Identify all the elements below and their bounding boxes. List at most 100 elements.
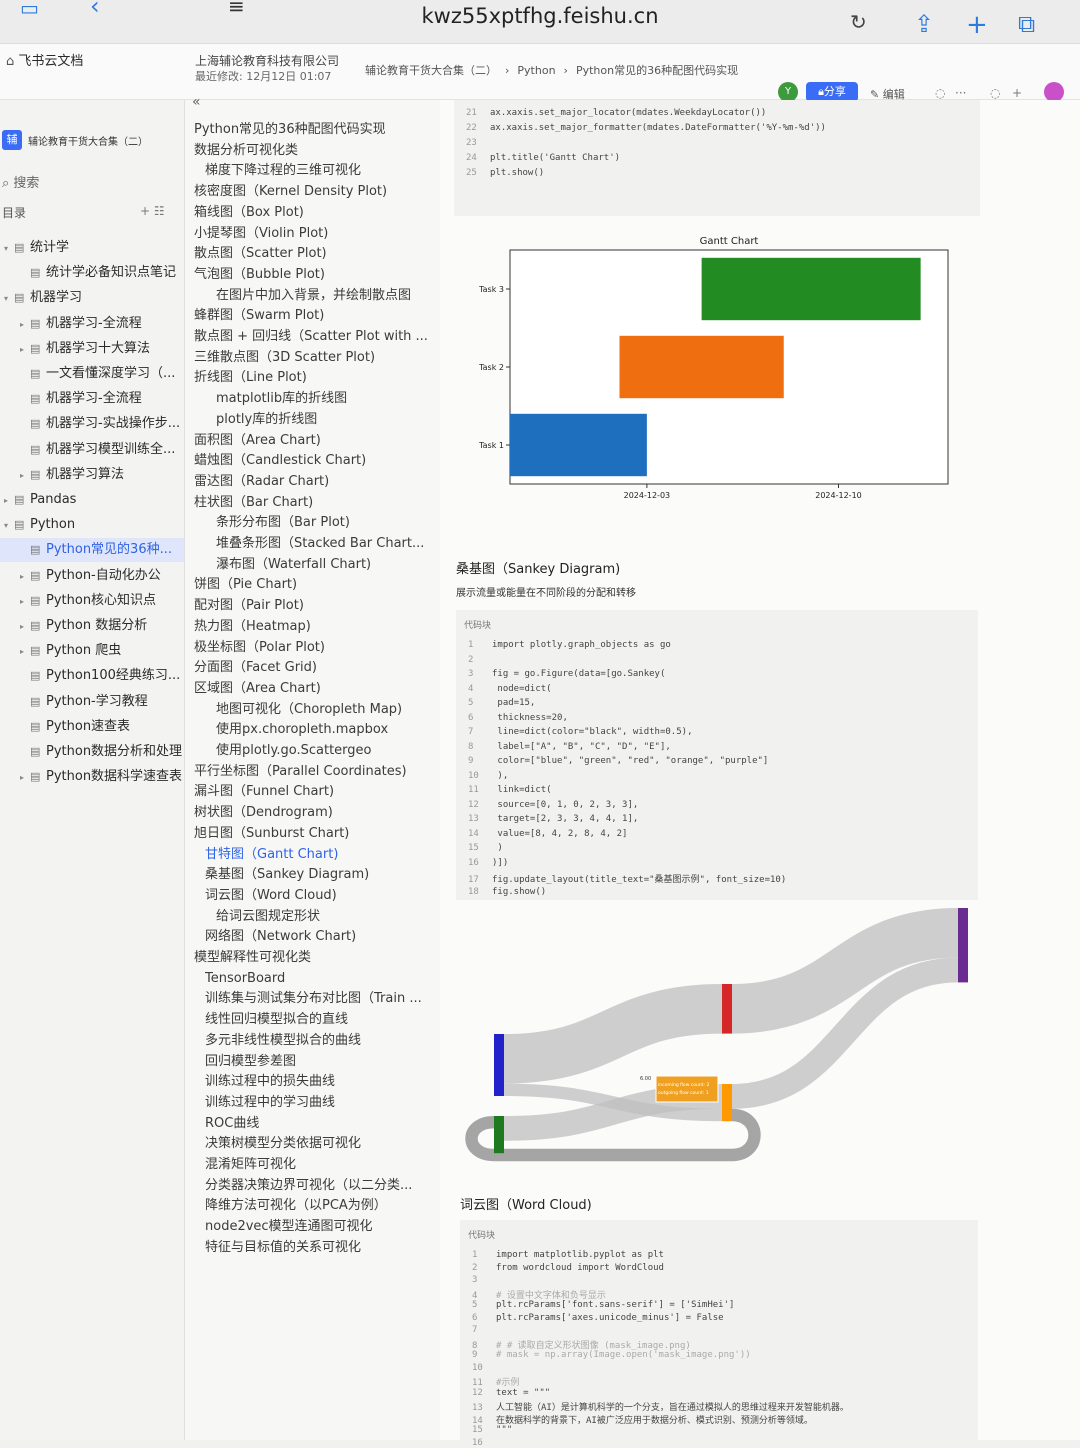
sidebar-item[interactable]: ▤ Python100经典练习... <box>0 664 184 688</box>
outline-item[interactable]: 柱状图（Bar Chart) <box>194 493 313 513</box>
chevron-down-icon[interactable]: ▾ <box>4 237 14 260</box>
outline-item[interactable]: 树状图（Dendrogram) <box>194 803 333 823</box>
notification-icon[interactable]: ◌ <box>935 86 945 100</box>
address-bar[interactable]: kwz55xptfhg.feishu.cn <box>300 4 780 28</box>
breadcrumb-item[interactable]: 辅论教育干货大合集（二） <box>365 64 497 77</box>
sidebar-item[interactable]: ▸ ▤ Python 数据分析 <box>0 614 184 638</box>
sidebar-item[interactable]: ▸ ▤ Python-自动化办公 <box>0 564 184 588</box>
outline-item[interactable]: 线性回归模型拟合的直线 <box>205 1010 348 1030</box>
outline-item[interactable]: 模型解释性可视化类 <box>194 948 311 968</box>
sankey-node[interactable] <box>722 1084 732 1122</box>
sankey-node[interactable] <box>494 1116 504 1154</box>
chevron-down-icon[interactable]: ▾ <box>4 287 14 310</box>
sidebar-item[interactable]: ▾ ▤ 统计学 <box>0 236 184 260</box>
sidebar-item[interactable]: ▸ ▤ Python数据科学速查表 <box>0 765 184 789</box>
sidebar-item[interactable]: ▸ ▤ Python核心知识点 <box>0 589 184 613</box>
outline-item[interactable]: 甘特图（Gantt Chart) <box>205 845 338 865</box>
outline-icon[interactable]: ☷ <box>154 204 165 218</box>
share-button[interactable]: 🔒︎分享 <box>806 82 858 102</box>
sankey-link[interactable] <box>503 984 723 1084</box>
chevron-right-icon[interactable]: ▸ <box>20 565 30 588</box>
outline-item[interactable]: TensorBoard <box>205 969 285 989</box>
workspace-name[interactable]: 辅论教育干货大合集（二） <box>28 133 148 148</box>
sidebar-toggle-icon[interactable]: ▭ <box>20 0 39 20</box>
chevron-down-icon[interactable]: ▾ <box>4 514 14 537</box>
sidebar-item[interactable]: ▾ ▤ 机器学习 <box>0 286 184 310</box>
outline-item[interactable]: 网络图（Network Chart) <box>205 927 356 947</box>
outline-item[interactable]: 漏斗图（Funnel Chart) <box>194 782 334 802</box>
outline-item[interactable]: plotly库的折线图 <box>216 410 317 430</box>
outline-item[interactable]: 训练集与测试集分布对比图（Train ... <box>205 989 422 1009</box>
chevron-right-icon[interactable]: ▸ <box>20 766 30 789</box>
outline-item[interactable]: 三维散点图（3D Scatter Plot) <box>194 348 375 368</box>
outline-item[interactable]: 气泡图（Bubble Plot) <box>194 265 325 285</box>
chevron-right-icon[interactable]: ▸ <box>20 338 30 361</box>
sidebar-item[interactable]: ▸ ▤ 机器学习-全流程 <box>0 312 184 336</box>
sidebar-item[interactable]: ▸ ▤ Python 爬虫 <box>0 639 184 663</box>
collapse-icon[interactable]: « <box>192 94 201 110</box>
user-avatar[interactable] <box>1044 82 1064 102</box>
add-icon[interactable]: + <box>140 204 150 218</box>
outline-item[interactable]: 堆叠条形图（Stacked Bar Chart... <box>216 534 424 554</box>
wordcloud-code-block[interactable]: 代码块 1 import matplotlib.pyplot as plt 2 fro… <box>460 1220 978 1448</box>
outline-item[interactable]: 在图片中加入背景，并绘制散点图 <box>216 286 411 306</box>
sidebar-item[interactable]: ▤ 一文看懂深度学习（... <box>0 362 184 386</box>
sidebar-item[interactable]: ▤ Python速查表 <box>0 715 184 739</box>
outline-item[interactable]: 分面图（Facet Grid) <box>194 658 317 678</box>
tabs-icon[interactable]: ⧉ <box>1018 10 1035 38</box>
outline-item[interactable]: 雷达图（Radar Chart) <box>194 472 329 492</box>
chevron-right-icon[interactable]: ▸ <box>4 489 14 512</box>
sidebar-item[interactable]: ▸ ▤ Pandas <box>0 488 184 512</box>
outline-item[interactable]: 热力图（Heatmap) <box>194 617 311 637</box>
outline-item[interactable]: 给词云图规定形状 <box>216 907 320 927</box>
outline-item[interactable]: 蜂群图（Swarm Plot) <box>194 306 324 326</box>
outline-item[interactable]: 旭日图（Sunburst Chart) <box>194 824 349 844</box>
outline-item[interactable]: 降维方法可视化（以PCA为例） <box>205 1196 387 1216</box>
outline-item[interactable]: 训练过程中的学习曲线 <box>205 1093 335 1113</box>
outline-item[interactable]: 数据分析可视化类 <box>194 141 298 161</box>
outline-item[interactable]: Python常见的36种配图代码实现 <box>194 120 386 140</box>
sankey-code-block[interactable]: 代码块 1 import plotly.graph_objects as go 2 3… <box>456 610 978 900</box>
outline-item[interactable]: 词云图（Word Cloud) <box>205 886 337 906</box>
chevron-right-icon[interactable]: ▸ <box>20 590 30 613</box>
outline-item[interactable]: ROC曲线 <box>205 1114 259 1134</box>
sidebar-item[interactable]: ▸ ▤ 机器学习算法 <box>0 463 184 487</box>
search-input[interactable]: ⌕ 搜索 <box>2 172 39 191</box>
gantt-code-block[interactable]: 21 ax.xaxis.set_major_locator(mdates.Week… <box>454 100 980 216</box>
sidebar-item[interactable]: ▤ 机器学习-全流程 <box>0 387 184 411</box>
outline-item[interactable]: 特征与目标值的关系可视化 <box>205 1238 361 1258</box>
outline-item[interactable]: 多元非线性模型拟合的曲线 <box>205 1031 361 1051</box>
sidebar-item[interactable]: ▤ 机器学习-实战操作步... <box>0 412 184 436</box>
outline-item[interactable]: 条形分布图（Bar Plot) <box>216 513 350 533</box>
sidebar-item[interactable]: ▤ Python-学习教程 <box>0 690 184 714</box>
outline-item[interactable]: 极坐标图（Polar Plot) <box>194 638 325 658</box>
add-icon[interactable]: + <box>1012 86 1022 100</box>
outline-item[interactable]: node2vec模型连通图可视化 <box>205 1217 373 1237</box>
outline-item[interactable]: 蜡烛图（Candlestick Chart) <box>194 451 366 471</box>
outline-item[interactable]: 散点图 + 回归线（Scatter Plot with ... <box>194 327 428 347</box>
sidebar-item[interactable]: ▾ ▤ Python <box>0 513 184 537</box>
sidebar-item[interactable]: ▤ 统计学必备知识点笔记 <box>0 261 184 285</box>
chevron-right-icon[interactable]: ▸ <box>20 615 30 638</box>
outline-item[interactable]: 混淆矩阵可视化 <box>205 1155 296 1175</box>
breadcrumb-item[interactable]: Python常见的36种配图代码实现 <box>576 64 738 77</box>
sankey-node[interactable] <box>722 984 732 1034</box>
brand[interactable]: ⌂ 飞书云文档 <box>6 50 83 69</box>
sankey-node[interactable] <box>958 908 968 983</box>
outline-item[interactable]: 梯度下降过程的三维可视化 <box>205 161 361 181</box>
outline-item[interactable]: 散点图（Scatter Plot) <box>194 244 327 264</box>
outline-item[interactable]: 瀑布图（Waterfall Chart) <box>216 555 371 575</box>
breadcrumb-item[interactable]: Python <box>517 64 555 77</box>
sidebar-item[interactable]: ▤ Python数据分析和处理 <box>0 740 184 764</box>
reader-icon[interactable]: ≡ <box>228 0 245 18</box>
alarm-icon[interactable]: ◌ <box>990 86 1000 100</box>
avatar[interactable]: Y <box>778 82 798 102</box>
sidebar-item[interactable]: ▤ Python常见的36种... <box>0 538 184 563</box>
outline-item[interactable]: 使用px.choropleth.mapbox <box>216 720 388 740</box>
sidebar-item[interactable]: ▤ 机器学习模型训练全... <box>0 438 184 462</box>
outline-item[interactable]: 面积图（Area Chart) <box>194 431 321 451</box>
reload-icon[interactable]: ↻ <box>850 10 867 34</box>
sankey-node[interactable] <box>494 1034 504 1096</box>
outline-item[interactable]: 决策树模型分类依据可视化 <box>205 1134 361 1154</box>
toc-controls[interactable]: + ☷ <box>140 204 165 218</box>
